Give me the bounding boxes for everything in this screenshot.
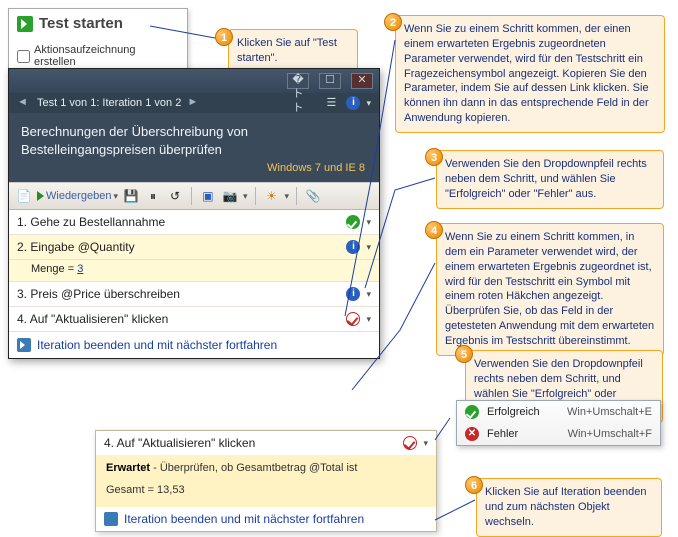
end-iteration-label: Iteration beenden und mit nächster fortf… [37, 338, 277, 352]
pin-button[interactable]: �トト [287, 73, 309, 89]
step-row[interactable]: 3. Preis @Price überschreiben i ▾ [9, 282, 379, 307]
step-text: Preis @Price überschreiben [30, 287, 180, 301]
end-iteration-link[interactable]: Iteration beenden und mit nächster fortf… [9, 332, 379, 358]
fail-label: Fehler [487, 428, 560, 440]
badge-3: 3 [425, 148, 443, 166]
iteration-label: Test 1 von 1: Iteration 1 von 2 [37, 97, 181, 109]
next-iteration-icon [104, 512, 118, 526]
menu-item-pass[interactable]: Erfolgreich Win+Umschalt+E [457, 401, 660, 423]
parameter-link[interactable]: 3 [77, 263, 83, 275]
bug-dropdown[interactable]: ▾ [285, 191, 290, 202]
close-button[interactable]: ✕ [351, 73, 373, 89]
callout-1: Klicken Sie auf "Test starten". [228, 29, 358, 73]
step-text: Eingabe @Quantity [30, 240, 134, 254]
play-label: Wiedergeben [46, 190, 111, 202]
expected-result-body: Erwartet - Überprüfen, ob Gesamtbetrag @… [96, 455, 436, 507]
doc-icon[interactable]: 📄 [15, 187, 33, 205]
menu-item-fail[interactable]: ✕ Fehler Win+Umschalt+F [457, 423, 660, 445]
pass-label: Erfolgreich [487, 406, 559, 418]
expected-text: Überprüfen, ob Gesamtbetrag @Total ist [160, 462, 358, 474]
info-icon: i [346, 240, 360, 254]
camera-icon[interactable]: 📷 [221, 187, 239, 205]
end-iteration-label: Iteration beenden und mit nächster fortf… [124, 512, 364, 526]
badge-6: 6 [465, 476, 483, 494]
substep-label: Menge = [31, 263, 74, 275]
play-icon [17, 16, 33, 32]
info-icon[interactable]: i [346, 96, 360, 110]
expected-value-line: Gesamt = 13,53 [106, 483, 426, 499]
reset-icon[interactable]: ↺ [166, 187, 184, 205]
layers-icon[interactable]: ☰ [326, 96, 340, 110]
next-iteration-icon [17, 338, 31, 352]
record-actions-checkbox[interactable] [17, 50, 30, 63]
camera-dropdown[interactable]: ▾ [243, 191, 248, 202]
step-dropdown[interactable]: ▾ [366, 242, 371, 253]
test-case-title: Berechnungen der Überschreibung von Best… [9, 113, 379, 160]
step-text: Auf "Aktualisieren" klicken [30, 312, 169, 326]
fail-icon: ✕ [465, 427, 479, 441]
record-actions-label: Aktionsaufzeichnung erstellen [34, 44, 179, 68]
step-dropdown[interactable]: ▾ [366, 217, 371, 228]
step-row[interactable]: 1. Gehe zu Bestellannahme ▾ [9, 210, 379, 235]
iteration-bar: ◄ Test 1 von 1: Iteration 1 von 2 ► ☰ i … [9, 93, 379, 113]
step-detail-popup: 4. Auf "Aktualisieren" klicken ▾ Erwarte… [95, 430, 437, 532]
window-titlebar: �トト ☐ ✕ [9, 69, 379, 93]
step-row[interactable]: 2. Eingabe @Quantity i ▾ [9, 235, 379, 260]
start-test-panel: Test starten Aktionsaufzeichnung erstell… [8, 8, 188, 77]
start-test-label: Test starten [39, 15, 123, 32]
screenshot-icon[interactable]: ▣ [199, 187, 217, 205]
step-number: 2. [17, 240, 27, 254]
save-icon[interactable]: 💾 [122, 187, 140, 205]
pass-icon [465, 405, 479, 419]
step-number: 3. [17, 287, 27, 301]
runner-toolbar: 📄 Wiedergeben ▾ 💾 ⏸ ↺ ▣ 📷 ▾ ☀ ▾ 📎 [9, 182, 379, 210]
record-actions-checkbox-row[interactable]: Aktionsaufzeichnung erstellen [17, 44, 179, 68]
environment-label: Windows 7 und IE 8 [9, 160, 379, 182]
end-iteration-link[interactable]: Iteration beenden und mit nächster fortf… [96, 507, 436, 531]
step-number: 4. [17, 312, 27, 326]
step-dropdown[interactable]: ▾ [366, 289, 371, 300]
pause-icon[interactable]: ⏸ [144, 187, 162, 205]
step-number: 1. [17, 215, 27, 229]
expected-result-icon [346, 312, 360, 326]
badge-5: 5 [455, 345, 473, 363]
step-row[interactable]: 4. Auf "Aktualisieren" klicken ▾ [9, 307, 379, 332]
info-icon: i [346, 287, 360, 301]
badge-2: 2 [384, 13, 402, 31]
expected-result-icon [403, 436, 417, 450]
badge-4: 4 [425, 221, 443, 239]
step-dropdown[interactable]: ▾ [366, 314, 371, 325]
callout-6: Klicken Sie auf Iteration beenden und zu… [476, 478, 662, 537]
maximize-button[interactable]: ☐ [319, 73, 341, 89]
badge-1: 1 [215, 28, 233, 46]
step-substep: Menge = 3 [9, 260, 379, 282]
callout-3: Verwenden Sie den Dropdownpfeil rechts n… [436, 150, 664, 209]
next-icon[interactable]: ► [187, 96, 201, 110]
attach-icon[interactable]: 📎 [304, 187, 322, 205]
callout-2: Wenn Sie zu einem Schritt kommen, der ei… [395, 15, 665, 133]
test-runner-window: �トト ☐ ✕ ◄ Test 1 von 1: Iteration 1 von … [8, 68, 380, 359]
fail-shortcut: Win+Umschalt+F [568, 428, 652, 440]
info-dropdown[interactable]: ▾ [366, 98, 371, 109]
step-dropdown[interactable]: ▾ [423, 438, 428, 449]
step-detail-title: 4. Auf "Aktualisieren" klicken [104, 436, 255, 450]
expected-label: Erwartet [106, 462, 150, 474]
outcome-menu: Erfolgreich Win+Umschalt+E ✕ Fehler Win+… [456, 400, 661, 446]
steps-list: 1. Gehe zu Bestellannahme ▾ 2. Eingabe @… [9, 210, 379, 358]
pass-icon [346, 215, 360, 229]
play-button[interactable]: Wiedergeben ▾ [37, 190, 118, 202]
prev-icon[interactable]: ◄ [17, 96, 31, 110]
start-test-button[interactable]: Test starten [17, 15, 179, 32]
step-text: Gehe zu Bestellannahme [30, 215, 165, 229]
bug-icon[interactable]: ☀ [263, 187, 281, 205]
chevron-down-icon: ▾ [113, 191, 118, 202]
pass-shortcut: Win+Umschalt+E [567, 406, 652, 418]
callout-4: Wenn Sie zu einem Schritt kommen, in dem… [436, 223, 664, 356]
